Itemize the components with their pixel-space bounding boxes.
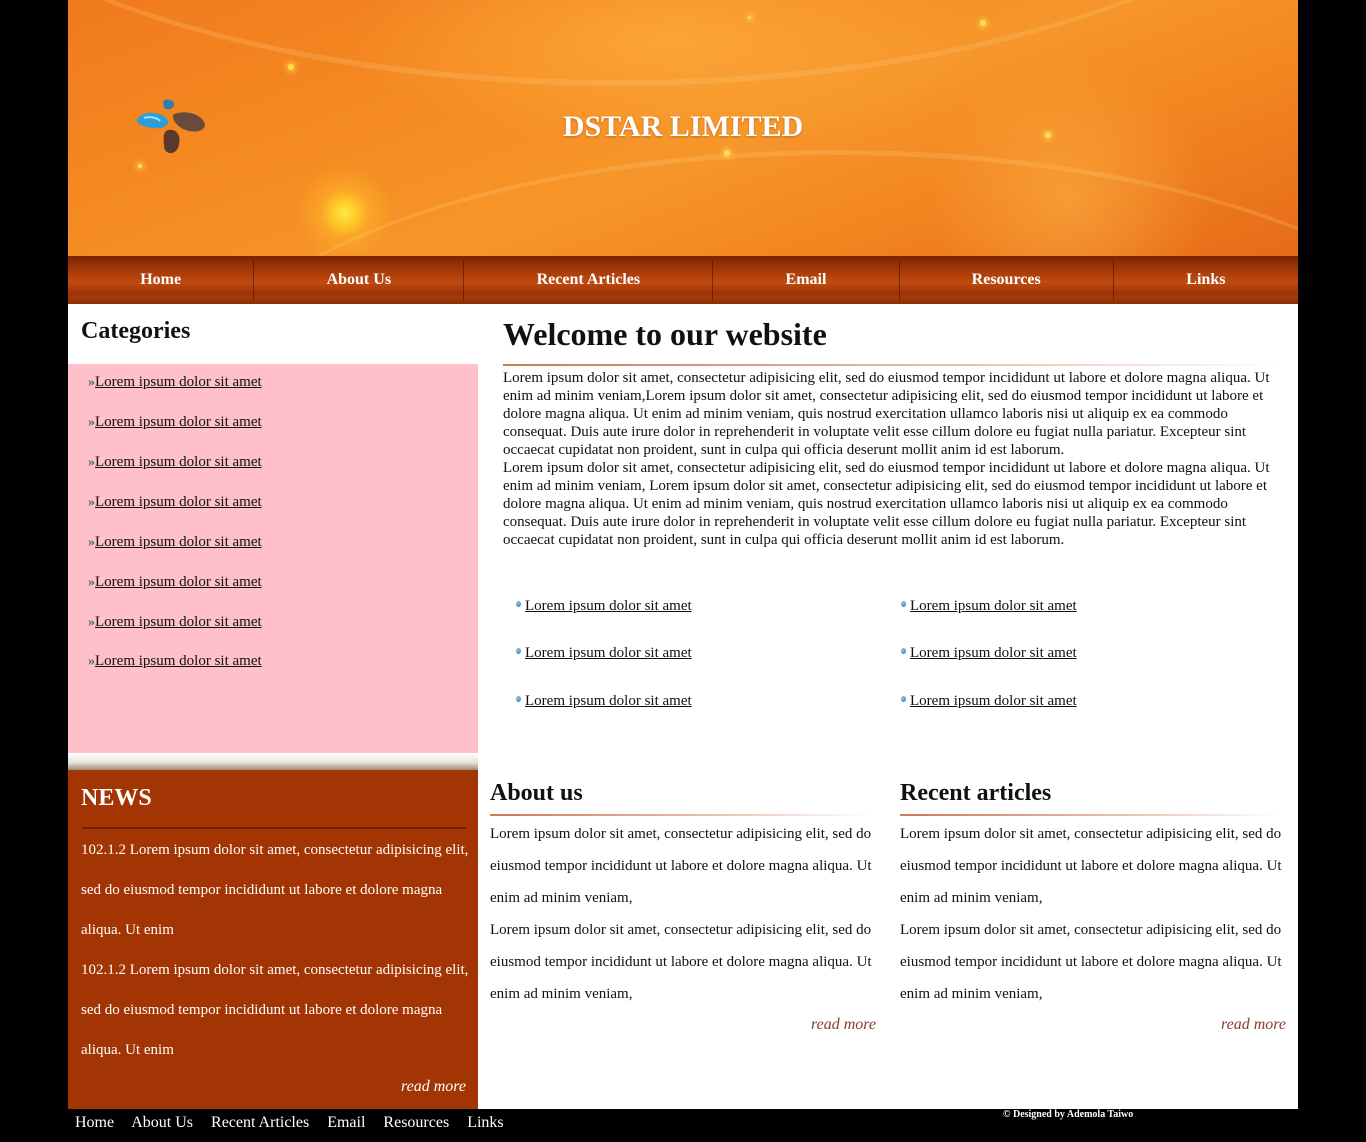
footer-nav-about-us[interactable]: About Us <box>131 1114 193 1131</box>
nav-email[interactable]: Email <box>713 260 900 300</box>
double-arrow-icon: » <box>88 455 95 470</box>
welcome-title: Welcome to our website <box>503 316 827 352</box>
category-link[interactable]: Lorem ipsum dolor sit amet <box>95 614 262 630</box>
category-item[interactable]: »Lorem ipsum dolor sit amet <box>88 414 262 431</box>
recent-articles-paragraph: Lorem ipsum dolor sit amet, consectetur … <box>900 826 1282 906</box>
category-link[interactable]: Lorem ipsum dolor sit amet <box>95 374 262 390</box>
double-arrow-icon: » <box>88 495 95 510</box>
category-item[interactable]: »Lorem ipsum dolor sit amet <box>88 374 262 391</box>
bullet-dot-icon <box>516 696 521 702</box>
bullet-dot-icon <box>516 648 521 654</box>
category-link[interactable]: Lorem ipsum dolor sit amet <box>95 454 262 470</box>
welcome-link-text[interactable]: Lorem ipsum dolor sit amet <box>910 598 1077 614</box>
nav-links[interactable]: Links <box>1114 260 1298 300</box>
welcome-paragraph: Lorem ipsum dolor sit amet, consectetur … <box>503 370 1270 458</box>
welcome-link-text[interactable]: Lorem ipsum dolor sit amet <box>910 693 1077 709</box>
welcome-text: Lorem ipsum dolor sit amet, consectetur … <box>503 369 1293 549</box>
footer-nav-home[interactable]: Home <box>75 1114 114 1131</box>
category-item[interactable]: »Lorem ipsum dolor sit amet <box>88 494 262 511</box>
double-arrow-icon: » <box>88 535 95 550</box>
welcome-link[interactable]: Lorem ipsum dolor sit amet <box>516 598 692 615</box>
category-item[interactable]: »Lorem ipsum dolor sit amet <box>88 614 262 631</box>
categories-title: Categories <box>81 318 191 344</box>
about-divider <box>490 814 870 816</box>
category-item[interactable]: »Lorem ipsum dolor sit amet <box>88 534 262 551</box>
about-title: About us <box>490 780 583 806</box>
category-link[interactable]: Lorem ipsum dolor sit amet <box>95 534 262 550</box>
about-text: Lorem ipsum dolor sit amet, consectetur … <box>490 818 880 1010</box>
welcome-link[interactable]: Lorem ipsum dolor sit amet <box>901 598 1077 615</box>
bullet-dot-icon <box>901 696 906 702</box>
about-paragraph: Lorem ipsum dolor sit amet, consectetur … <box>490 922 872 1002</box>
double-arrow-icon: » <box>88 415 95 430</box>
welcome-link[interactable]: Lorem ipsum dolor sit amet <box>901 645 1077 662</box>
nav-about-us[interactable]: About Us <box>254 260 465 300</box>
news-divider <box>82 827 466 829</box>
nav-recent-articles[interactable]: Recent Articles <box>464 260 714 300</box>
news-item: 102.1.2 Lorem ipsum dolor sit amet, cons… <box>81 962 469 1058</box>
footer-nav-recent-articles[interactable]: Recent Articles <box>211 1114 309 1131</box>
recent-articles-text: Lorem ipsum dolor sit amet, consectetur … <box>900 818 1290 1010</box>
news-item: 102.1.2 Lorem ipsum dolor sit amet, cons… <box>81 842 469 938</box>
welcome-link-text[interactable]: Lorem ipsum dolor sit amet <box>525 645 692 661</box>
category-link[interactable]: Lorem ipsum dolor sit amet <box>95 494 262 510</box>
bullet-dot-icon <box>901 648 906 654</box>
main-nav: Home About Us Recent Articles Email Reso… <box>68 256 1298 304</box>
footer-nav-links[interactable]: Links <box>467 1114 503 1131</box>
bullet-dot-icon <box>901 601 906 607</box>
about-read-more-link[interactable]: read more <box>768 1016 876 1034</box>
category-item[interactable]: »Lorem ipsum dolor sit amet <box>88 574 262 591</box>
double-arrow-icon: » <box>88 615 95 630</box>
recent-articles-divider <box>900 814 1280 816</box>
category-item[interactable]: »Lorem ipsum dolor sit amet <box>88 454 262 471</box>
welcome-divider <box>503 364 1283 366</box>
news-text: 102.1.2 Lorem ipsum dolor sit amet, cons… <box>81 830 471 1070</box>
news-read-more-link[interactable]: read more <box>368 1078 466 1096</box>
welcome-link-text[interactable]: Lorem ipsum dolor sit amet <box>910 645 1077 661</box>
welcome-link-text[interactable]: Lorem ipsum dolor sit amet <box>525 598 692 614</box>
double-arrow-icon: » <box>88 575 95 590</box>
recent-articles-title: Recent articles <box>900 780 1052 806</box>
welcome-link[interactable]: Lorem ipsum dolor sit amet <box>516 645 692 662</box>
welcome-link[interactable]: Lorem ipsum dolor sit amet <box>901 693 1077 710</box>
double-arrow-icon: » <box>88 375 95 390</box>
bullet-dot-icon <box>516 601 521 607</box>
welcome-paragraph: Lorem ipsum dolor sit amet, consectetur … <box>503 460 1270 548</box>
welcome-link-text[interactable]: Lorem ipsum dolor sit amet <box>525 693 692 709</box>
news-title: NEWS <box>81 785 152 811</box>
double-arrow-icon: » <box>88 654 95 669</box>
category-link[interactable]: Lorem ipsum dolor sit amet <box>95 574 262 590</box>
about-paragraph: Lorem ipsum dolor sit amet, consectetur … <box>490 826 872 906</box>
welcome-link[interactable]: Lorem ipsum dolor sit amet <box>516 693 692 710</box>
footer-nav-email[interactable]: Email <box>327 1114 365 1131</box>
page: DSTAR LIMITED Home About Us Recent Artic… <box>68 0 1298 1142</box>
footer-nav: Home About Us Recent Articles Email Reso… <box>75 1114 518 1132</box>
news-shadow <box>68 753 478 770</box>
category-item[interactable]: »Lorem ipsum dolor sit amet <box>88 653 262 670</box>
category-link[interactable]: Lorem ipsum dolor sit amet <box>95 653 262 669</box>
site-title: DSTAR LIMITED <box>562 110 804 143</box>
nav-home[interactable]: Home <box>68 260 255 300</box>
header-banner: DSTAR LIMITED <box>68 0 1298 256</box>
nav-resources[interactable]: Resources <box>900 260 1114 300</box>
category-link[interactable]: Lorem ipsum dolor sit amet <box>95 414 262 430</box>
footer-nav-resources[interactable]: Resources <box>383 1114 449 1131</box>
recent-articles-paragraph: Lorem ipsum dolor sit amet, consectetur … <box>900 922 1282 1002</box>
designer-credit: © Designed by Ademola Taiwo <box>1003 1109 1134 1120</box>
recent-articles-read-more-link[interactable]: read more <box>1178 1016 1286 1034</box>
